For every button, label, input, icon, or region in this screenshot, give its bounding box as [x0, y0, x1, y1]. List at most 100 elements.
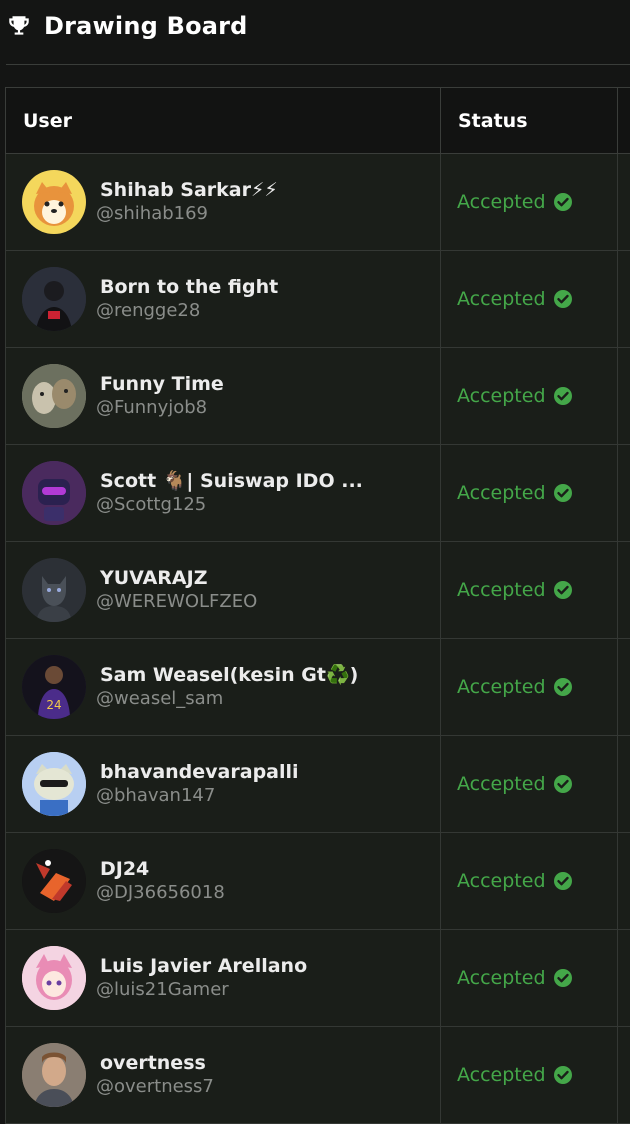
werewolf-avatar: [22, 558, 86, 622]
man-photo-avatar: [22, 1043, 86, 1107]
table-row[interactable]: Luis Javier Arellano @luis21Gamer Accepted: [5, 930, 630, 1027]
column-header-extra: [617, 88, 630, 153]
check-circle-icon: [553, 386, 573, 406]
user-handle[interactable]: @DJ36656018: [96, 881, 225, 905]
extra-cell: [617, 1027, 630, 1123]
status-text: Accepted: [457, 482, 546, 504]
table-row[interactable]: Shihab Sarkar⚡⚡ @shihab169 Accepted: [5, 154, 630, 251]
user-handle[interactable]: @rengge28: [96, 299, 278, 323]
user-names: Shihab Sarkar⚡⚡ @shihab169: [96, 178, 278, 226]
user-handle[interactable]: @overtness7: [96, 1075, 214, 1099]
status-cell: Accepted: [440, 736, 617, 832]
header-divider: [6, 64, 630, 65]
user-cell: Luis Javier Arellano @luis21Gamer: [5, 930, 440, 1026]
check-circle-icon: [553, 871, 573, 891]
robot-avatar: [22, 461, 86, 525]
user-handle[interactable]: @Funnyjob8: [96, 396, 224, 420]
user-names: Funny Time @Funnyjob8: [96, 372, 224, 420]
check-circle-icon: [553, 289, 573, 309]
check-circle-icon: [553, 580, 573, 600]
user-handle[interactable]: @bhavan147: [96, 784, 299, 808]
avatar[interactable]: [22, 170, 86, 234]
user-cell: 24 Sam Weasel(kesin Gt♻️) @weasel_sam: [5, 639, 440, 735]
status-text: Accepted: [457, 288, 546, 310]
check-circle-icon: [553, 483, 573, 503]
table-row[interactable]: overtness @overtness7 Accepted: [5, 1027, 630, 1124]
user-names: Luis Javier Arellano @luis21Gamer: [96, 954, 307, 1002]
user-cell: Born to the fight @rengge28: [5, 251, 440, 347]
user-handle[interactable]: @WEREWOLFZEO: [96, 590, 257, 614]
basketball-player-avatar: 24: [22, 655, 86, 719]
table-row[interactable]: Scott 🐐| Suiswap IDO ... @Scottg125 Accept…: [5, 445, 630, 542]
table-row[interactable]: 24 Sam Weasel(kesin Gt♻️) @weasel_sam Accep…: [5, 639, 630, 736]
table-row[interactable]: Born to the fight @rengge28 Accepted: [5, 251, 630, 348]
user-display-name[interactable]: overtness: [96, 1051, 214, 1075]
status-text: Accepted: [457, 385, 546, 407]
page-title: Drawing Board: [44, 12, 248, 40]
avatar[interactable]: [22, 1043, 86, 1107]
user-names: DJ24 @DJ36656018: [96, 857, 225, 905]
user-cell: Funny Time @Funnyjob8: [5, 348, 440, 444]
status-cell: Accepted: [440, 445, 617, 541]
column-header-user[interactable]: User: [5, 88, 440, 153]
user-handle[interactable]: @Scottg125: [96, 493, 363, 517]
table-header: User Status: [5, 88, 630, 154]
extra-cell: [617, 833, 630, 929]
status-text: Accepted: [457, 967, 546, 989]
anime-girl-avatar: [22, 946, 86, 1010]
user-handle[interactable]: @shihab169: [96, 202, 278, 226]
dark-portrait-avatar: [22, 267, 86, 331]
avatar[interactable]: 24: [22, 655, 86, 719]
status-cell: Accepted: [440, 154, 617, 250]
avatar[interactable]: [22, 461, 86, 525]
user-cell: overtness @overtness7: [5, 1027, 440, 1123]
user-names: Born to the fight @rengge28: [96, 275, 278, 323]
svg-text:24: 24: [46, 698, 61, 712]
user-display-name[interactable]: Sam Weasel(kesin Gt♻️): [96, 663, 358, 687]
shiba-dog-avatar: [34, 182, 74, 226]
table-row[interactable]: Funny Time @Funnyjob8 Accepted: [5, 348, 630, 445]
status-text: Accepted: [457, 773, 546, 795]
user-handle[interactable]: @luis21Gamer: [96, 978, 307, 1002]
table-row[interactable]: YUVARAJZ @WEREWOLFZEO Accepted: [5, 542, 630, 639]
avatar[interactable]: [22, 752, 86, 816]
avatar[interactable]: [22, 267, 86, 331]
check-circle-icon: [553, 774, 573, 794]
user-display-name[interactable]: Shihab Sarkar⚡⚡: [96, 178, 278, 202]
status-cell: Accepted: [440, 251, 617, 347]
extra-cell: [617, 930, 630, 1026]
user-cell: Scott 🐐| Suiswap IDO ... @Scottg125: [5, 445, 440, 541]
dj-logo-avatar: [22, 849, 86, 913]
user-display-name[interactable]: bhavandevarapalli: [96, 760, 299, 784]
user-handle[interactable]: @weasel_sam: [96, 687, 358, 711]
cartoon-cat-avatar: [22, 752, 86, 816]
page-header: Drawing Board: [0, 0, 630, 52]
trophy-icon: [6, 13, 32, 39]
status-cell: Accepted: [440, 542, 617, 638]
avatar[interactable]: [22, 849, 86, 913]
table-body: Shihab Sarkar⚡⚡ @shihab169 Accepted Born to…: [5, 154, 630, 1124]
avatar[interactable]: [22, 946, 86, 1010]
column-header-status[interactable]: Status: [440, 88, 617, 153]
extra-cell: [617, 639, 630, 735]
user-display-name[interactable]: DJ24: [96, 857, 225, 881]
table-row[interactable]: bhavandevarapalli @bhavan147 Accepted: [5, 736, 630, 833]
status-text: Accepted: [457, 579, 546, 601]
table-row[interactable]: DJ24 @DJ36656018 Accepted: [5, 833, 630, 930]
user-display-name[interactable]: Luis Javier Arellano: [96, 954, 307, 978]
user-names: bhavandevarapalli @bhavan147: [96, 760, 299, 808]
avatar[interactable]: [22, 558, 86, 622]
user-display-name[interactable]: YUVARAJZ: [96, 566, 257, 590]
check-circle-icon: [553, 1065, 573, 1085]
status-cell: Accepted: [440, 639, 617, 735]
avatar[interactable]: [22, 364, 86, 428]
extra-cell: [617, 348, 630, 444]
user-display-name[interactable]: Scott 🐐| Suiswap IDO ...: [96, 469, 363, 493]
user-cell: Shihab Sarkar⚡⚡ @shihab169: [5, 154, 440, 250]
user-names: overtness @overtness7: [96, 1051, 214, 1099]
check-circle-icon: [553, 192, 573, 212]
user-display-name[interactable]: Born to the fight: [96, 275, 278, 299]
user-display-name[interactable]: Funny Time: [96, 372, 224, 396]
status-cell: Accepted: [440, 930, 617, 1026]
status-text: Accepted: [457, 191, 546, 213]
